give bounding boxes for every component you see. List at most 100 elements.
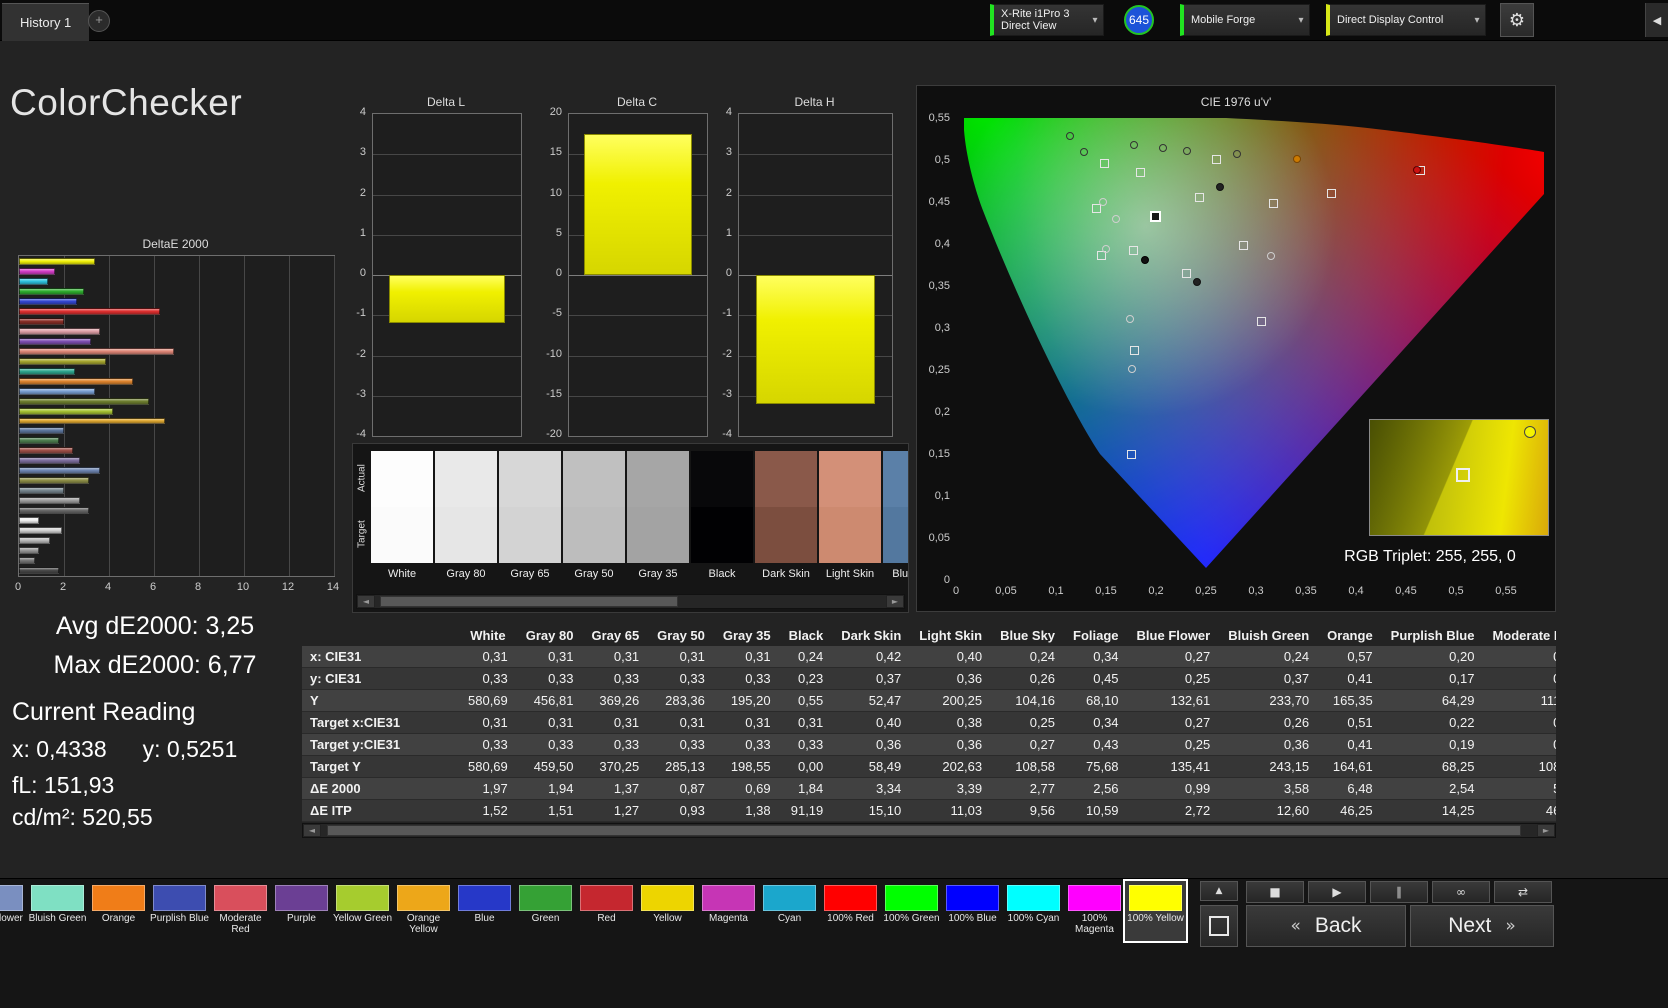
patch-100-blue[interactable]: 100% Blue bbox=[942, 881, 1003, 941]
table-cell: 52,47 bbox=[832, 690, 910, 712]
deltae-tick-label: 6 bbox=[141, 581, 165, 593]
pause-button[interactable]: ∥ bbox=[1370, 881, 1428, 903]
patch-label: Yellow Green bbox=[332, 913, 393, 924]
swatch-white[interactable]: White bbox=[371, 451, 433, 580]
patch-purplish-blue[interactable]: Purplish Blue bbox=[149, 881, 210, 941]
deltae-bar bbox=[19, 378, 133, 385]
patch-orange[interactable]: Orange bbox=[88, 881, 149, 941]
cie-y-tick: 0,5 bbox=[918, 154, 950, 166]
t-label: 15 bbox=[534, 146, 562, 158]
patch-cyan[interactable]: Cyan bbox=[759, 881, 820, 941]
row-label: y: CIE31 bbox=[302, 668, 459, 690]
deltae-bar bbox=[19, 427, 64, 434]
swatch-black[interactable]: Black bbox=[691, 451, 753, 580]
table-cell: 580,69 bbox=[459, 756, 517, 778]
add-tab-button[interactable]: + bbox=[88, 10, 110, 32]
patch-100-red[interactable]: 100% Red bbox=[820, 881, 881, 941]
patch-blue[interactable]: Blue bbox=[454, 881, 515, 941]
scroll-left-icon[interactable]: ◄ bbox=[303, 824, 321, 837]
back-button[interactable]: « Back bbox=[1246, 905, 1406, 947]
patch-yellow-green[interactable]: Yellow Green bbox=[332, 881, 393, 941]
swatch-light-skin[interactable]: Light Skin bbox=[819, 451, 881, 580]
cie-actual-marker bbox=[1128, 365, 1136, 373]
play-button[interactable]: ▶ bbox=[1308, 881, 1366, 903]
patch-red[interactable]: Red bbox=[576, 881, 637, 941]
continuous-button[interactable]: ∞ bbox=[1432, 881, 1490, 903]
patch-100-magenta[interactable]: 100% Magenta bbox=[1064, 881, 1125, 941]
table-cell: 285,13 bbox=[648, 756, 714, 778]
meter-selector[interactable]: X-Rite i1Pro 3 Direct View ▾ bbox=[990, 4, 1104, 36]
table-scroll-track[interactable] bbox=[321, 824, 1537, 837]
cie-panel: CIE 1976 u'v' 0,550,50,450,40,350,30,250… bbox=[916, 85, 1556, 612]
swatch-gray-35[interactable]: Gray 35 bbox=[627, 451, 689, 580]
tab-history-1[interactable]: History 1 bbox=[2, 3, 89, 41]
swatch-gray-65[interactable]: Gray 65 bbox=[499, 451, 561, 580]
patch-100-green[interactable]: 100% Green bbox=[881, 881, 942, 941]
swatch-scrollbar[interactable]: ◄ ► bbox=[356, 594, 905, 609]
deltae-bar bbox=[19, 288, 84, 295]
cie-target-marker bbox=[1136, 168, 1145, 177]
table-cell: 0,36 bbox=[910, 734, 991, 756]
patch-color bbox=[1129, 885, 1182, 911]
table-scroll-thumb[interactable] bbox=[327, 825, 1521, 836]
patch-color bbox=[397, 885, 450, 911]
patch-blue-flower[interactable]: Blue Flower bbox=[0, 881, 27, 941]
table-cell: 5,47 bbox=[1483, 778, 1556, 800]
swatch-gray-80[interactable]: Gray 80 bbox=[435, 451, 497, 580]
cie-y-tick: 0,2 bbox=[918, 406, 950, 418]
swatch-dark-skin[interactable]: Dark Skin bbox=[755, 451, 817, 580]
swatch-label: Blue Sky bbox=[883, 568, 909, 580]
t-label: 4 bbox=[338, 106, 366, 118]
cie-target-marker bbox=[1100, 159, 1109, 168]
table-cell: 0,42 bbox=[832, 646, 910, 668]
stop-button[interactable]: ■ bbox=[1246, 881, 1304, 903]
patch-moderate-red[interactable]: Moderate Red bbox=[210, 881, 271, 941]
table-cell: 0,36 bbox=[910, 668, 991, 690]
deltae-bar bbox=[19, 537, 50, 544]
cie-actual-marker bbox=[1066, 132, 1074, 140]
patch-100-cyan[interactable]: 100% Cyan bbox=[1003, 881, 1064, 941]
swatch-scroll-track[interactable] bbox=[375, 595, 886, 608]
table-cell: 0,31 bbox=[714, 712, 780, 734]
patch-purple[interactable]: Purple bbox=[271, 881, 332, 941]
next-button[interactable]: Next » bbox=[1410, 905, 1554, 947]
patch-orange-yellow[interactable]: Orange Yellow bbox=[393, 881, 454, 941]
patch-100-yellow[interactable]: 100% Yellow bbox=[1125, 881, 1186, 941]
swatch-scroll-thumb[interactable] bbox=[380, 596, 678, 607]
cie-actual-marker bbox=[1102, 245, 1110, 253]
table-cell: 0,45 bbox=[1064, 668, 1128, 690]
source-selector[interactable]: Mobile Forge ▾ bbox=[1180, 4, 1310, 36]
patch-magenta[interactable]: Magenta bbox=[698, 881, 759, 941]
cie-x-tick: 0,25 bbox=[1190, 585, 1222, 597]
patch-yellow[interactable]: Yellow bbox=[637, 881, 698, 941]
collapse-arrow-button[interactable]: ◀ bbox=[1645, 3, 1668, 37]
calman-app: History 1 + X-Rite i1Pro 3 Direct View ▾… bbox=[0, 0, 1668, 1008]
table-scrollbar[interactable]: ◄ ► bbox=[302, 823, 1556, 838]
patch-bluish-green[interactable]: Bluish Green bbox=[27, 881, 88, 941]
swatch-blue-sky[interactable]: Blue Sky bbox=[883, 451, 909, 580]
swatch-gray-50[interactable]: Gray 50 bbox=[563, 451, 625, 580]
loop-button[interactable]: ⇄ bbox=[1494, 881, 1552, 903]
deltae-tick-label: 4 bbox=[96, 581, 120, 593]
patch-green[interactable]: Green bbox=[515, 881, 576, 941]
swatch-target bbox=[627, 507, 689, 563]
max-de2000: Max dE2000: 6,77 bbox=[0, 651, 310, 680]
scroll-up-button[interactable]: ▲ bbox=[1200, 881, 1238, 901]
table-cell: 3,34 bbox=[832, 778, 910, 800]
patch-label: Green bbox=[515, 913, 576, 924]
table-cell: 0,31 bbox=[1483, 734, 1556, 756]
table-cell: 0,41 bbox=[1318, 734, 1382, 756]
cie-target-marker bbox=[1327, 189, 1336, 198]
patch-color bbox=[885, 885, 938, 911]
avg-de2000: Avg dE2000: 3,25 bbox=[0, 612, 310, 641]
display-control-selector[interactable]: Direct Display Control ▾ bbox=[1326, 4, 1486, 36]
table-cell: 46,57 bbox=[1483, 800, 1556, 822]
measurement-table: WhiteGray 80Gray 65Gray 50Gray 35BlackDa… bbox=[302, 625, 1556, 822]
display-window-button[interactable] bbox=[1200, 905, 1238, 947]
column-header-orange: Orange bbox=[1318, 625, 1382, 646]
scroll-left-icon[interactable]: ◄ bbox=[357, 595, 375, 608]
scroll-right-icon[interactable]: ► bbox=[886, 595, 904, 608]
scroll-right-icon[interactable]: ► bbox=[1537, 824, 1555, 837]
table-cell: 0,31 bbox=[1483, 668, 1556, 690]
settings-gear-button[interactable]: ⚙ bbox=[1500, 3, 1534, 37]
